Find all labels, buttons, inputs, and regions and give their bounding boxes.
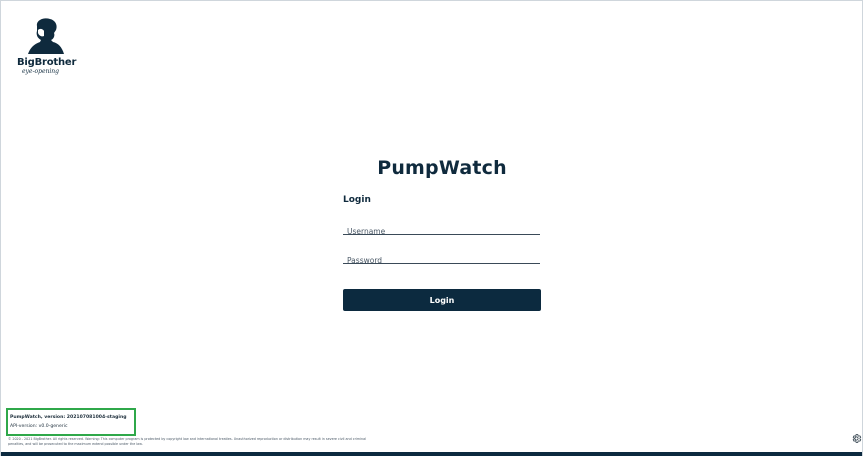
login-form: Login Login [343,195,541,311]
username-field [343,219,540,239]
brand-tagline: eye-opening [21,68,59,75]
page-title: PumpWatch [377,157,507,179]
version-info: PumpWatch, version: 202107081004-staging… [6,408,136,436]
login-heading: Login [343,195,371,205]
profile-head-logo [28,18,64,54]
brand-name: BigBrother [17,57,77,68]
gear-icon[interactable] [851,433,862,444]
login-button[interactable]: Login [343,289,541,311]
bottom-bar [1,452,862,456]
password-field [343,248,540,268]
api-version: API-version: v0.0-generic [10,424,68,429]
copyright-notice: © 2020 - 2021 BigBrother. All rights res… [8,437,367,446]
app-version: PumpWatch, version: 202107081004-staging [10,415,127,420]
password-input[interactable] [343,253,540,268]
username-input[interactable] [343,224,540,239]
brand-logo: BigBrother eye-opening [17,17,87,75]
login-page: BigBrother eye-opening PumpWatch Login L… [0,0,863,456]
